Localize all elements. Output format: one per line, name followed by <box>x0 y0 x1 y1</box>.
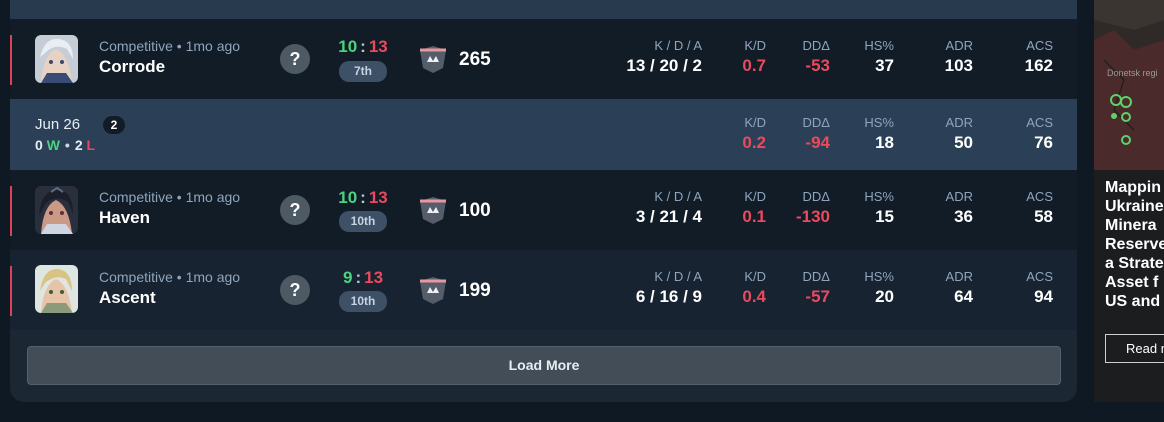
match-row-corrode[interactable]: Competitive • 1mo ago Corrode ? 10:13 7t… <box>10 19 1077 99</box>
stat-damage-delta: DDΔ -57 <box>802 269 830 306</box>
rounds-won: 10 <box>338 188 358 207</box>
rank-rating: 100 <box>459 200 491 221</box>
rank-icon <box>420 46 446 73</box>
rounds-lost: 13 <box>364 268 384 287</box>
match-score: 10:13 <box>328 188 398 208</box>
rank-rating: 199 <box>459 280 491 301</box>
agent-avatar <box>35 265 78 313</box>
stat-kd: K/D 0.4 <box>742 269 766 306</box>
day-stat-acs: ACS 76 <box>1026 115 1053 152</box>
day-date: Jun 26 <box>35 116 81 133</box>
map-name: Haven <box>99 208 151 227</box>
rounds-won: 9 <box>342 268 353 287</box>
question-icon[interactable]: ? <box>280 195 310 225</box>
ad-headline: Mappin Ukraine Minera Reserve a Strate A… <box>1105 179 1164 310</box>
placement-badge: 7th <box>339 61 387 82</box>
stat-headshot-pct: HS% 20 <box>864 269 894 306</box>
rounds-won: 10 <box>338 37 358 56</box>
stat-headshot-pct: HS% 37 <box>864 38 894 75</box>
match-history-panel: Competitive • 1mo ago Corrode ? 10:13 7t… <box>10 0 1077 402</box>
top-divider-strip <box>10 0 1077 19</box>
stat-damage-delta: DDΔ -53 <box>802 38 830 75</box>
match-row-ascent[interactable]: Competitive • 1mo ago Ascent ? 9:13 10th… <box>10 250 1077 330</box>
match-mode-time: Competitive • 1mo ago <box>99 269 241 285</box>
ad-map-label: Donetsk regi <box>1107 68 1158 78</box>
day-stat-damage-delta: DDΔ -94 <box>802 115 830 152</box>
rounds-lost: 13 <box>368 37 388 56</box>
day-stat-adr: ADR 50 <box>945 115 973 152</box>
rank-icon <box>420 277 446 304</box>
placement-badge: 10th <box>339 211 387 232</box>
placement-badge: 10th <box>339 291 387 312</box>
stat-kda: K / D / A3 / 21 / 4 <box>635 189 702 226</box>
match-row-haven[interactable]: Competitive • 1mo ago Haven ? 10:13 10th… <box>10 170 1077 250</box>
day-summary-row: Jun 26 2 0 W • 2 L K/D 0.2 DDΔ -94 HS% 18 ADR… <box>10 99 1077 170</box>
ad-map-image <box>1094 0 1164 170</box>
loss-indicator-bar <box>10 35 12 85</box>
ad-read-more-button[interactable]: Read m <box>1105 334 1164 363</box>
score-separator: : <box>360 188 366 207</box>
map-name: Corrode <box>99 57 166 76</box>
agent-avatar <box>35 35 78 83</box>
match-mode-time: Competitive • 1mo ago <box>99 38 241 54</box>
question-icon[interactable]: ? <box>280 44 310 74</box>
stat-headshot-pct: HS% 15 <box>864 189 894 226</box>
match-mode-time: Competitive • 1mo ago <box>99 189 241 205</box>
agent-avatar <box>35 186 78 234</box>
score-separator: : <box>360 37 366 56</box>
stat-adr: ADR 64 <box>945 269 973 306</box>
stat-kd: K/D 0.1 <box>742 189 766 226</box>
stat-acs: ACS 94 <box>1026 269 1053 306</box>
stat-kda: K / D / A6 / 16 / 9 <box>635 269 702 306</box>
day-stat-headshot-pct: HS% 18 <box>864 115 894 152</box>
match-count-badge: 2 <box>103 116 125 134</box>
stat-kd: K/D 0.7 <box>742 38 766 75</box>
stat-kda: K / D / A 13 / 20 / 2 <box>626 38 702 75</box>
score-separator: : <box>355 268 362 287</box>
win-loss-summary: 0 W • 2 L <box>35 137 96 153</box>
rounds-lost: 13 <box>368 188 388 207</box>
match-score: 9:13 <box>328 268 398 288</box>
sidebar-advertisement[interactable]: Donetsk regi Mappin Ukraine Minera Reser… <box>1094 0 1164 402</box>
load-more-button[interactable]: Load More <box>27 346 1061 385</box>
rank-rating: 265 <box>459 49 491 70</box>
map-name: Ascent <box>99 288 156 307</box>
loss-indicator-bar <box>10 266 12 316</box>
match-score: 10:13 <box>328 37 398 57</box>
rank-icon <box>420 197 446 224</box>
loss-indicator-bar <box>10 186 12 236</box>
stat-adr: ADR 103 <box>944 38 973 75</box>
question-icon[interactable]: ? <box>280 275 310 305</box>
stat-adr: ADR 36 <box>945 189 973 226</box>
stat-acs: ACS 162 <box>1024 38 1053 75</box>
day-stat-kd: K/D 0.2 <box>742 115 766 152</box>
stat-acs: ACS 58 <box>1026 189 1053 226</box>
stat-damage-delta: DDΔ -130 <box>795 189 830 226</box>
